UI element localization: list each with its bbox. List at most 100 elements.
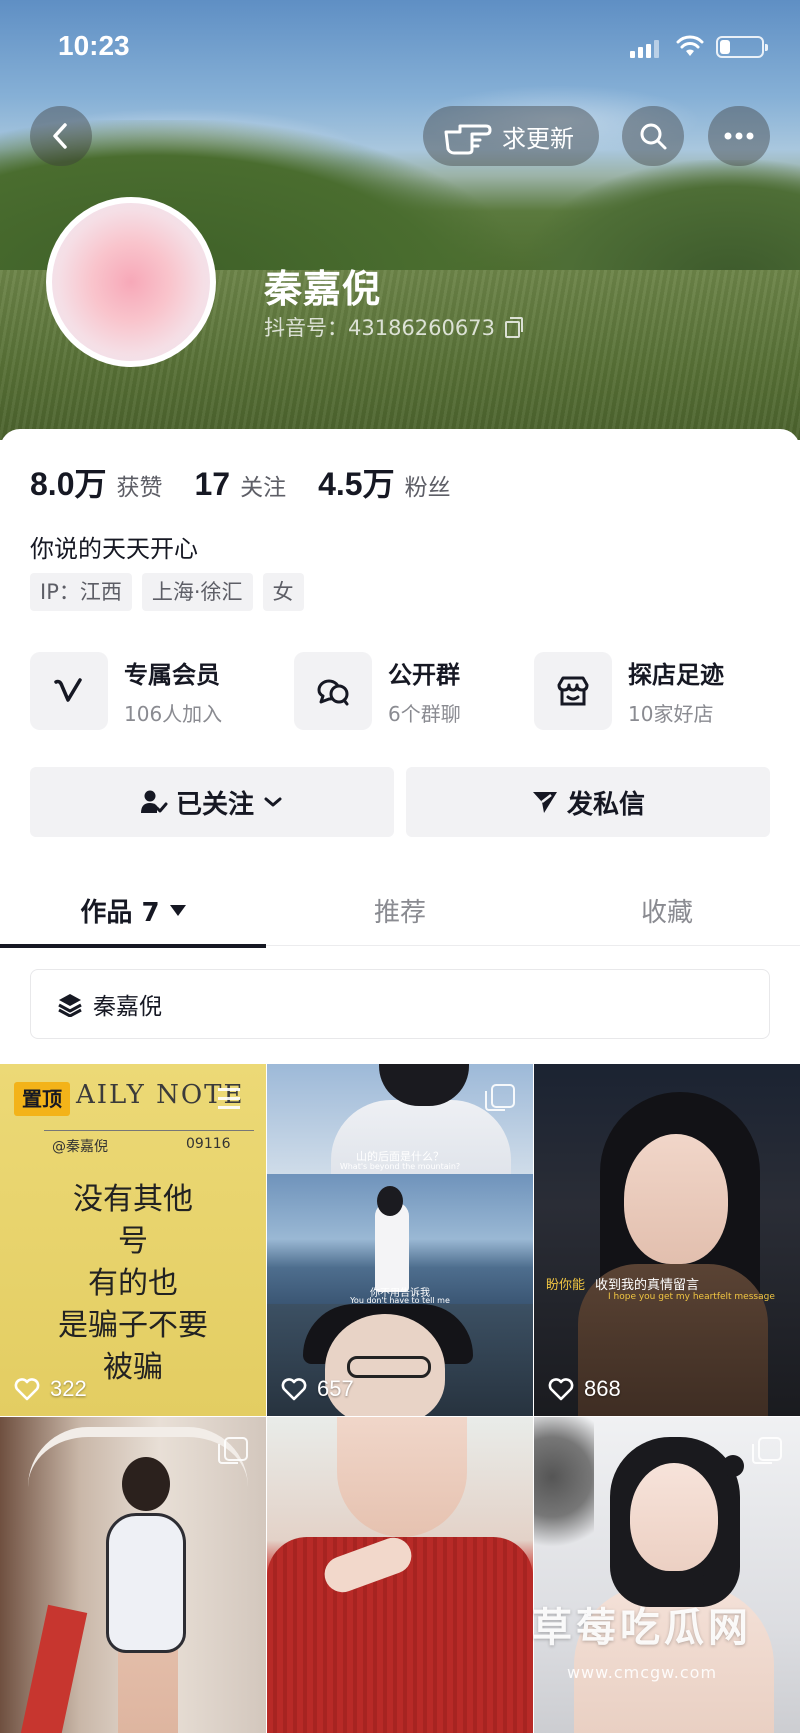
douyin-id[interactable]: 抖音号：43186260673 bbox=[264, 312, 523, 342]
stat-likes[interactable]: 8.0万 获赞 bbox=[30, 459, 163, 505]
followed-label: 已关注 bbox=[175, 789, 254, 820]
cover-hill bbox=[520, 160, 800, 280]
group-chat-icon bbox=[294, 652, 372, 730]
stat-following[interactable]: 17 关注 bbox=[195, 466, 287, 503]
caption-highlight: 盼你能 bbox=[546, 1278, 586, 1293]
video-thumbnail[interactable] bbox=[267, 1417, 533, 1733]
note-signature: @秦嘉倪 bbox=[52, 1139, 108, 1155]
tab-label: 推荐 bbox=[373, 897, 426, 928]
like-count: 868 bbox=[548, 1376, 621, 1402]
signal-icon bbox=[630, 40, 660, 58]
avatar[interactable] bbox=[30, 197, 232, 367]
video-thumbnail[interactable]: 山的后面是什么？ What's beyond the mountain? 你不用… bbox=[267, 1064, 533, 1416]
watermark-url: www.cmcgw.com bbox=[566, 1663, 718, 1682]
like-count: 322 bbox=[14, 1376, 87, 1402]
stat-label: 粉丝 bbox=[404, 475, 451, 501]
note-line: 有的也 bbox=[88, 1266, 178, 1301]
profile-bio: 你说的天天开心 bbox=[30, 535, 198, 563]
like-count: 657 bbox=[281, 1376, 354, 1402]
content-tabs: 作品 7 推荐 收藏 bbox=[0, 874, 800, 948]
tab-recommend[interactable]: 推荐 bbox=[267, 874, 533, 946]
feature-subtitle: 10家好店 bbox=[628, 702, 714, 726]
paper-plane-icon bbox=[532, 792, 557, 813]
copy-icon[interactable] bbox=[504, 317, 523, 338]
profile-card: 8.0万 获赞 17 关注 4.5万 粉丝 你说的天天开心 IP：江西 上海·徐… bbox=[0, 429, 800, 1733]
multi-image-icon bbox=[218, 1437, 248, 1464]
tab-works[interactable]: 作品 7 bbox=[0, 874, 266, 948]
note-rule bbox=[44, 1130, 254, 1131]
portrait-face bbox=[630, 1463, 718, 1571]
video-caption: 盼你能 收到我的真情留言 bbox=[546, 1274, 699, 1293]
note-line: 是骗子不要 bbox=[58, 1308, 208, 1343]
profile-name: 秦嘉倪 bbox=[264, 267, 382, 311]
watermark-title: 草莓吃瓜网 bbox=[532, 1605, 752, 1651]
tag-gender: 女 bbox=[262, 573, 304, 611]
feature-title: 公开群 bbox=[388, 661, 460, 689]
more-button[interactable] bbox=[708, 106, 770, 166]
tab-favorites[interactable]: 收藏 bbox=[534, 874, 800, 946]
video-caption: What's beyond the mountain? bbox=[339, 1162, 461, 1171]
chevron-left-icon bbox=[53, 123, 67, 149]
vip-v-icon bbox=[30, 652, 108, 730]
followed-button[interactable]: 已关注 bbox=[30, 767, 394, 837]
battery-level bbox=[720, 40, 730, 54]
user-check-icon bbox=[140, 790, 168, 813]
action-row: 已关注 发私信 bbox=[30, 767, 770, 837]
video-thumbnail[interactable] bbox=[534, 1417, 800, 1733]
like-count-value: 657 bbox=[317, 1376, 354, 1401]
stat-followers[interactable]: 4.5万 粉丝 bbox=[318, 459, 451, 505]
caret-down-icon bbox=[169, 904, 186, 916]
pointing-hand-icon bbox=[444, 124, 492, 155]
layers-icon bbox=[58, 994, 82, 1017]
douyin-id-text: 抖音号：43186260673 bbox=[264, 316, 495, 340]
chevron-down-icon bbox=[264, 797, 282, 807]
watermark: 草莓吃瓜网 www.cmcgw.com bbox=[512, 1595, 772, 1682]
profile-tags: IP：江西 上海·徐汇 女 bbox=[30, 573, 314, 611]
battery-icon bbox=[716, 36, 768, 58]
request-update-button[interactable]: 求更新 bbox=[423, 106, 599, 166]
heart-outline-icon bbox=[14, 1378, 40, 1401]
note-line: 号 bbox=[118, 1224, 148, 1259]
tab-indicator bbox=[0, 944, 266, 948]
collection-bar[interactable]: 秦嘉倪 bbox=[30, 969, 770, 1039]
heart-outline-icon bbox=[281, 1378, 307, 1401]
collection-label: 秦嘉倪 bbox=[93, 994, 162, 1020]
feature-membership[interactable]: 专属会员 106人加入 bbox=[30, 651, 222, 731]
send-message-label: 发私信 bbox=[566, 789, 645, 820]
stats-row: 8.0万 获赞 17 关注 4.5万 粉丝 bbox=[30, 459, 483, 505]
stat-label: 关注 bbox=[240, 475, 287, 501]
note-body: 没有其他 号 有的也 是骗子不要 被骗 bbox=[0, 1179, 266, 1389]
send-message-button[interactable]: 发私信 bbox=[406, 767, 770, 837]
feature-group-chat[interactable]: 公开群 6个群聊 bbox=[294, 651, 461, 731]
video-thumbnail[interactable]: AILY NOTE 置顶 @秦嘉倪 09116 没有其他 号 有的也 是骗子不要… bbox=[0, 1064, 266, 1416]
stat-value: 17 bbox=[194, 466, 231, 502]
more-dots-icon bbox=[724, 132, 754, 140]
tab-label: 作品 7 bbox=[80, 897, 160, 928]
caption-subtitle: I hope you get my heartfelt message bbox=[608, 1292, 775, 1302]
stat-label: 获赞 bbox=[116, 475, 163, 501]
shop-icon bbox=[534, 652, 612, 730]
wifi-icon bbox=[676, 35, 704, 56]
back-button[interactable] bbox=[30, 106, 92, 166]
feature-row: 专属会员 106人加入 公开群 6个群聊 探店足迹 10家好店 bbox=[30, 651, 770, 731]
video-thumbnail[interactable]: 盼你能 收到我的真情留言 I hope you get my heartfelt … bbox=[534, 1064, 800, 1416]
portrait-face bbox=[624, 1134, 728, 1264]
stat-value: 4.5万 bbox=[318, 466, 395, 502]
feature-title: 探店足迹 bbox=[628, 661, 724, 689]
status-time: 10:23 bbox=[58, 30, 130, 61]
video-thumbnail[interactable] bbox=[0, 1417, 266, 1733]
feature-subtitle: 6个群聊 bbox=[388, 702, 461, 726]
heart-outline-icon bbox=[548, 1378, 574, 1401]
tab-label: 收藏 bbox=[640, 897, 693, 928]
tag-ip: IP：江西 bbox=[30, 573, 132, 611]
multi-image-icon bbox=[485, 1084, 515, 1111]
menu-lines-icon bbox=[218, 1088, 240, 1115]
tag-location: 上海·徐汇 bbox=[141, 573, 253, 611]
like-count-value: 868 bbox=[584, 1376, 621, 1401]
note-line: 没有其他 bbox=[73, 1182, 193, 1217]
stat-value: 8.0万 bbox=[30, 466, 107, 502]
request-update-label: 求更新 bbox=[502, 124, 574, 153]
search-button[interactable] bbox=[622, 106, 684, 166]
feature-shop-visits[interactable]: 探店足迹 10家好店 bbox=[534, 651, 724, 731]
like-count-value: 322 bbox=[50, 1376, 87, 1401]
